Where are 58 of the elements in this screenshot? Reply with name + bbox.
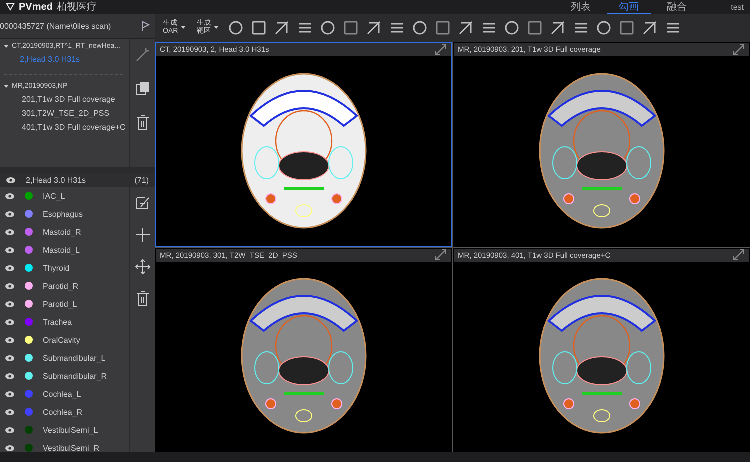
eye-icon[interactable]: [5, 192, 15, 200]
eye-icon[interactable]: [5, 300, 15, 308]
eye-icon[interactable]: [5, 318, 15, 326]
wand-icon[interactable]: [134, 47, 150, 63]
trash-icon[interactable]: [136, 291, 150, 307]
structure-name[interactable]: Cochlea_R: [43, 408, 83, 416]
expand-icon[interactable]: [435, 44, 447, 56]
plus-icon[interactable]: [134, 227, 150, 243]
mode-tab[interactable]: 列表: [559, 0, 604, 14]
structure-name[interactable]: Parotid_R: [43, 282, 79, 290]
series-item[interactable]: 201,T1w 3D Full coverage: [4, 95, 129, 104]
structure-count: (71): [134, 176, 149, 184]
flag-icon[interactable]: [141, 20, 151, 32]
eye-icon[interactable]: [5, 390, 15, 398]
company-name: 柏视医疗: [56, 0, 97, 14]
edit-icon[interactable]: [134, 195, 150, 211]
eye-icon[interactable]: [5, 228, 15, 236]
structure-name[interactable]: Parotid_L: [43, 300, 78, 308]
structure-name[interactable]: IAC_L: [43, 192, 66, 200]
expand-icon[interactable]: [435, 249, 447, 261]
structure-name[interactable]: OralCavity: [43, 336, 80, 344]
caret-icon: [181, 26, 186, 30]
caret-icon: [214, 26, 220, 30]
series-item[interactable]: 401,T1w 3D Full coverage+C: [4, 123, 129, 132]
eye-icon[interactable]: [5, 210, 15, 218]
structure-name[interactable]: Submandibular_L: [43, 354, 106, 362]
structure-name[interactable]: Esophagus: [43, 210, 84, 218]
caret-icon[interactable]: [4, 84, 9, 89]
structure-name[interactable]: Cochlea_L: [43, 390, 82, 398]
user-name[interactable]: test: [731, 2, 744, 12]
eye-icon[interactable]: [5, 408, 15, 416]
structure-name[interactable]: VestibulSemi_L: [43, 426, 98, 434]
mode-tab[interactable]: 融合: [655, 0, 700, 14]
eye-icon[interactable]: [5, 444, 15, 452]
eye-icon[interactable]: [5, 372, 15, 380]
eye-icon[interactable]: [6, 176, 16, 184]
structure-set-title: 2,Head 3.0 H31s: [26, 176, 88, 184]
structure-name[interactable]: Thyroid: [43, 264, 70, 272]
eye-icon[interactable]: [5, 264, 15, 272]
expand-icon[interactable]: [733, 44, 745, 56]
eye-icon[interactable]: [5, 246, 15, 254]
app-logo: PVmed: [19, 2, 53, 12]
caret-icon[interactable]: [4, 44, 9, 49]
eye-icon[interactable]: [5, 426, 15, 434]
structure-name[interactable]: VestibulSemi_R: [43, 444, 100, 452]
eye-icon[interactable]: [5, 282, 15, 290]
move-icon[interactable]: [134, 259, 150, 275]
trash-icon[interactable]: [136, 115, 150, 131]
eye-icon[interactable]: [5, 354, 15, 362]
structure-name[interactable]: Trachea: [43, 318, 72, 326]
structure-name[interactable]: Mastoid_R: [43, 228, 82, 236]
eye-icon[interactable]: [5, 336, 15, 344]
series-item[interactable]: 301,T2W_TSE_2D_PSS: [4, 109, 129, 118]
expand-icon[interactable]: [733, 249, 745, 261]
patient-title: 0000435727 (Name\0iles scan): [0, 22, 112, 30]
structure-name[interactable]: Mastoid_L: [43, 246, 80, 254]
logo-icon: [6, 3, 15, 11]
structure-name[interactable]: Submandibular_R: [43, 372, 108, 380]
